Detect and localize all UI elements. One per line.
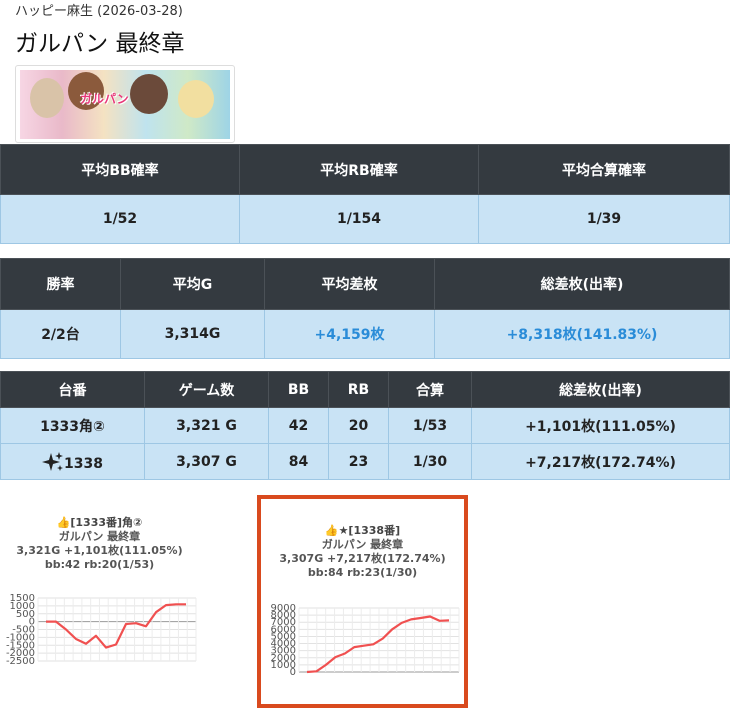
col-header: 平均RB確率 bbox=[239, 144, 479, 195]
avg-diff: +4,159枚 bbox=[264, 309, 435, 359]
chart-stats: 3,321G +1,101枚(111.05%) bbox=[16, 544, 183, 557]
machines-table: 台番 ゲーム数 BB RB 合算 総差枚(出率) 1333角② 3,321 G … bbox=[0, 371, 730, 480]
col-header: 平均差枚 bbox=[264, 258, 435, 310]
table-header-row: 勝率 平均G 平均差枚 総差枚(出率) bbox=[0, 258, 730, 310]
chart-bb-rb: bb:42 rb:20(1/53) bbox=[44, 558, 155, 571]
machine-games: 3,321 G bbox=[144, 407, 269, 444]
total-diff: +8,318枚(141.83%) bbox=[434, 309, 730, 359]
col-header: ゲーム数 bbox=[144, 371, 269, 408]
chart-model-name: ガルパン 最終章 bbox=[321, 538, 404, 551]
table-row: 2/2台 3,314G +4,159枚 +8,318枚(141.83%) bbox=[0, 309, 730, 359]
col-header: 総差枚(出率) bbox=[434, 258, 730, 310]
machine-chart-card-1338[interactable]: 👍★[1338番] ガルパン 最終章 3,307G +7,217枚(172.74… bbox=[257, 495, 468, 708]
chart-header: 👍[1333番]角② ガルパン 最終章 3,321G +1,101枚(111.0… bbox=[0, 516, 199, 572]
machine-diff: +1,101枚(111.05%) bbox=[471, 407, 730, 444]
col-header: 台番 bbox=[0, 371, 145, 408]
machine-bb: 84 bbox=[268, 443, 329, 480]
page-title: ガルパン 最終章 bbox=[15, 31, 185, 57]
diff-line-chart: 9000800070006000500040003000200010000 bbox=[271, 603, 460, 678]
machine-id-label: 1338 bbox=[64, 455, 103, 472]
machine-rb: 20 bbox=[328, 407, 389, 444]
table-row[interactable]: 1333角② 3,321 G 42 20 1/53 +1,101枚(111.05… bbox=[0, 407, 730, 444]
avg-bb-prob: 1/52 bbox=[0, 194, 240, 244]
table-row[interactable]: 1338 3,307 G 84 23 1/30 +7,217枚(172.74%) bbox=[0, 443, 730, 480]
banner-image: ガルパン bbox=[20, 70, 230, 139]
y-tick-label: -2500 bbox=[6, 656, 35, 667]
results-summary-table: 勝率 平均G 平均差枚 総差枚(出率) 2/2台 3,314G +4,159枚 … bbox=[0, 258, 730, 359]
series-line bbox=[306, 615, 450, 674]
machine-bb: 42 bbox=[268, 407, 329, 444]
machine-id[interactable]: 1333角② bbox=[0, 407, 145, 444]
col-header: 平均合算確率 bbox=[478, 144, 730, 195]
avg-total-prob: 1/39 bbox=[478, 194, 730, 244]
col-header: BB bbox=[268, 371, 329, 408]
col-header: 平均BB確率 bbox=[0, 144, 240, 195]
avg-games: 3,314G bbox=[120, 309, 265, 359]
chart-header: 👍★[1338番] ガルパン 最終章 3,307G +7,217枚(172.74… bbox=[261, 524, 464, 580]
chart-machine-label: 👍[1333番]角② bbox=[56, 516, 143, 529]
col-header: 合算 bbox=[388, 371, 472, 408]
table-row: 1/52 1/154 1/39 bbox=[0, 194, 730, 244]
series-line bbox=[46, 603, 186, 649]
diff-line-chart: 150010005000-500-1000-1500-2000-2500 bbox=[6, 593, 197, 667]
col-header: 総差枚(出率) bbox=[471, 371, 730, 408]
machine-diff: +7,217枚(172.74%) bbox=[471, 443, 730, 480]
machine-rb: 23 bbox=[328, 443, 389, 480]
avg-rb-prob: 1/154 bbox=[239, 194, 479, 244]
chart-machine-label: 👍★[1338番] bbox=[324, 524, 401, 537]
col-header: 平均G bbox=[120, 258, 265, 310]
chart-stats: 3,307G +7,217枚(172.74%) bbox=[279, 552, 446, 565]
breadcrumb[interactable]: ハッピー麻生 (2026-03-28) bbox=[15, 0, 183, 19]
machine-total: 1/53 bbox=[388, 407, 472, 444]
chart-model-name: ガルパン 最終章 bbox=[58, 530, 141, 543]
y-tick-label: 0 bbox=[290, 667, 296, 678]
machine-banner[interactable]: ガルパン bbox=[15, 65, 235, 143]
win-rate: 2/2台 bbox=[0, 309, 121, 359]
sparkle-icon bbox=[42, 451, 64, 471]
col-header: RB bbox=[328, 371, 389, 408]
machine-games: 3,307 G bbox=[144, 443, 269, 480]
machine-total: 1/30 bbox=[388, 443, 472, 480]
probability-summary-table: 平均BB確率 平均RB確率 平均合算確率 1/52 1/154 1/39 bbox=[0, 144, 730, 244]
machine-id[interactable]: 1338 bbox=[0, 443, 145, 480]
table-header-row: 平均BB確率 平均RB確率 平均合算確率 bbox=[0, 144, 730, 195]
machine-chart-card-1333[interactable]: 👍[1333番]角② ガルパン 最終章 3,321G +1,101枚(111.0… bbox=[0, 492, 199, 692]
table-header-row: 台番 ゲーム数 BB RB 合算 総差枚(出率) bbox=[0, 371, 730, 408]
chart-bb-rb: bb:84 rb:23(1/30) bbox=[307, 566, 418, 579]
col-header: 勝率 bbox=[0, 258, 121, 310]
